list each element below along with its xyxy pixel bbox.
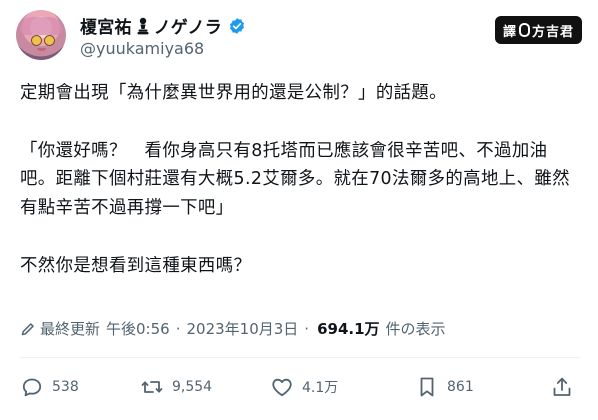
verified-badge-icon [229, 17, 244, 34]
retweet-button[interactable]: 9,554 [140, 375, 212, 399]
like-count: 4.1万 [302, 380, 339, 396]
share-icon [553, 377, 571, 396]
share-button[interactable] [550, 375, 574, 399]
reply-icon [22, 378, 42, 397]
avatar[interactable] [16, 10, 66, 60]
author-handle[interactable]: @yuukamiya68 [80, 39, 204, 58]
views-count: 694.1万 [317, 320, 380, 338]
reply-count: 538 [52, 379, 79, 395]
translator-badge-name: 方吉君 [531, 24, 574, 40]
views-label: 件の表示 [385, 320, 446, 338]
bookmark-icon [420, 377, 434, 397]
retweet-icon [141, 381, 163, 393]
reply-button[interactable]: 538 [20, 375, 79, 399]
tweet-actions: 538 9,554 4.1万 861 [20, 375, 580, 405]
translator-badge-mark [518, 23, 530, 37]
meta-separator-2: · [304, 319, 310, 338]
chess-pawn-icon [137, 17, 149, 34]
edited-label[interactable]: 最終更新 [40, 318, 100, 339]
translator-badge-label: 譯 [502, 24, 517, 40]
divider [20, 357, 580, 358]
heart-icon [272, 378, 292, 397]
tweet-header: 榎宮祐 ノゲノラ @yuukamiya68 譯 方吉君 [16, 10, 582, 62]
meta-separator: · [175, 319, 181, 338]
translator-badge: 譯 方吉君 [494, 16, 582, 44]
display-name-prefix[interactable]: 榎宮祐 [80, 13, 132, 38]
post-time[interactable]: 午後0:56 [106, 318, 170, 339]
bookmark-count: 861 [447, 379, 474, 395]
like-button[interactable]: 4.1万 [270, 375, 338, 399]
display-name-suffix[interactable]: ノゲノラ [154, 13, 222, 38]
tweet-text: 定期會出現「為什麼異世界用的還是公制？」的話題。 「你還好嗎？ 看你身高只有8托… [20, 83, 570, 276]
post-date[interactable]: 2023年10月3日 [186, 318, 298, 339]
author-name-row[interactable]: 榎宮祐 ノゲノラ [80, 13, 246, 38]
tweet-meta: 最終更新 午後0:56 · 2023年10月3日 · 694.1万 件の表示 [20, 318, 446, 339]
retweet-count: 9,554 [172, 379, 213, 395]
bookmark-button[interactable]: 861 [415, 375, 474, 399]
edit-pencil-icon [21, 322, 34, 335]
